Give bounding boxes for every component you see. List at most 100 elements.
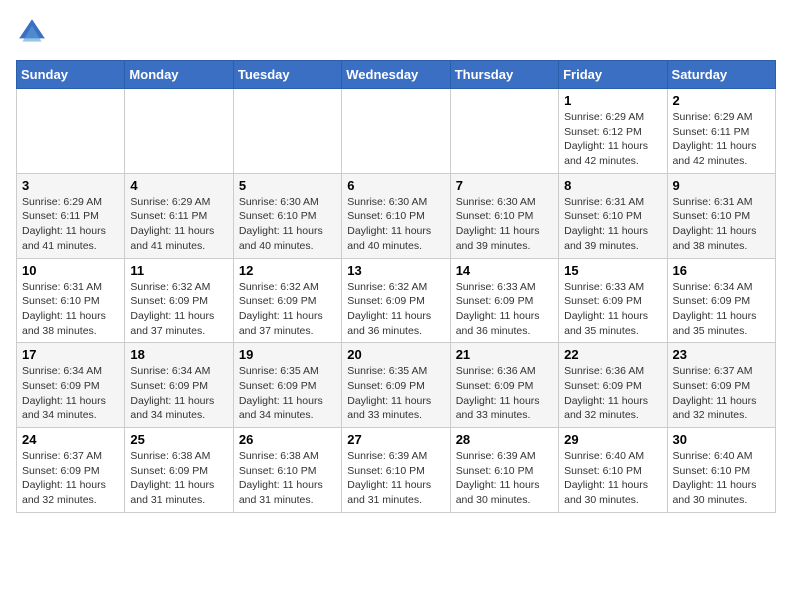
calendar-day-cell: 16 Sunrise: 6:34 AM Sunset: 6:09 PM Dayli… (667, 258, 775, 343)
calendar-day-cell: 2 Sunrise: 6:29 AM Sunset: 6:11 PM Daylig… (667, 89, 775, 174)
calendar-day-cell: 30 Sunrise: 6:40 AM Sunset: 6:10 PM Dayli… (667, 428, 775, 513)
day-number: 4 (130, 178, 227, 193)
day-info: Sunrise: 6:29 AM Sunset: 6:11 PM Dayligh… (673, 110, 770, 169)
calendar-day-cell: 9Sunrise: 6:31 AM Sunset: 6:10 PM Daylig… (667, 173, 775, 258)
day-info: Sunrise: 6:30 AM Sunset: 6:10 PM Dayligh… (347, 195, 444, 254)
calendar-day-cell: 4 Sunrise: 6:29 AM Sunset: 6:11 PM Daylig… (125, 173, 233, 258)
page-header (16, 16, 776, 48)
calendar-day-cell: 11 Sunrise: 6:32 AM Sunset: 6:09 PM Dayli… (125, 258, 233, 343)
day-info: Sunrise: 6:40 AM Sunset: 6:10 PM Dayligh… (673, 449, 770, 508)
calendar-day-cell: 26Sunrise: 6:38 AM Sunset: 6:10 PM Dayli… (233, 428, 341, 513)
calendar-day-cell: 15Sunrise: 6:33 AM Sunset: 6:09 PM Dayli… (559, 258, 667, 343)
calendar-day-cell: 5 Sunrise: 6:30 AM Sunset: 6:10 PM Daylig… (233, 173, 341, 258)
calendar-day-cell: 17 Sunrise: 6:34 AM Sunset: 6:09 PM Dayli… (17, 343, 125, 428)
day-info: Sunrise: 6:30 AM Sunset: 6:10 PM Dayligh… (239, 195, 336, 254)
calendar-day-cell: 13 Sunrise: 6:32 AM Sunset: 6:09 PM Dayli… (342, 258, 450, 343)
calendar-day-cell: 25 Sunrise: 6:38 AM Sunset: 6:09 PM Dayli… (125, 428, 233, 513)
calendar-week-row: 10Sunrise: 6:31 AM Sunset: 6:10 PM Dayli… (17, 258, 776, 343)
calendar-day-cell (342, 89, 450, 174)
calendar-week-row: 1 Sunrise: 6:29 AM Sunset: 6:12 PM Daylig… (17, 89, 776, 174)
day-number: 12 (239, 263, 336, 278)
logo (16, 16, 52, 48)
day-number: 24 (22, 432, 119, 447)
weekday-header: Thursday (450, 61, 558, 89)
weekday-header: Monday (125, 61, 233, 89)
day-info: Sunrise: 6:35 AM Sunset: 6:09 PM Dayligh… (347, 364, 444, 423)
calendar-day-cell (17, 89, 125, 174)
day-info: Sunrise: 6:30 AM Sunset: 6:10 PM Dayligh… (456, 195, 553, 254)
calendar-week-row: 24 Sunrise: 6:37 AM Sunset: 6:09 PM Dayli… (17, 428, 776, 513)
day-info: Sunrise: 6:39 AM Sunset: 6:10 PM Dayligh… (347, 449, 444, 508)
calendar-day-cell: 3Sunrise: 6:29 AM Sunset: 6:11 PM Daylig… (17, 173, 125, 258)
weekday-header: Wednesday (342, 61, 450, 89)
calendar-day-cell: 27Sunrise: 6:39 AM Sunset: 6:10 PM Dayli… (342, 428, 450, 513)
logo-icon (16, 16, 48, 48)
calendar-week-row: 17 Sunrise: 6:34 AM Sunset: 6:09 PM Dayli… (17, 343, 776, 428)
day-info: Sunrise: 6:31 AM Sunset: 6:10 PM Dayligh… (564, 195, 661, 254)
day-number: 2 (673, 93, 770, 108)
day-number: 25 (130, 432, 227, 447)
day-info: Sunrise: 6:35 AM Sunset: 6:09 PM Dayligh… (239, 364, 336, 423)
day-number: 6 (347, 178, 444, 193)
day-number: 11 (130, 263, 227, 278)
calendar-day-cell: 22 Sunrise: 6:36 AM Sunset: 6:09 PM Dayli… (559, 343, 667, 428)
weekday-header: Tuesday (233, 61, 341, 89)
day-number: 17 (22, 347, 119, 362)
day-info: Sunrise: 6:34 AM Sunset: 6:09 PM Dayligh… (22, 364, 119, 423)
calendar-day-cell: 8 Sunrise: 6:31 AM Sunset: 6:10 PM Daylig… (559, 173, 667, 258)
day-info: Sunrise: 6:36 AM Sunset: 6:09 PM Dayligh… (456, 364, 553, 423)
day-number: 14 (456, 263, 553, 278)
calendar-day-cell: 24 Sunrise: 6:37 AM Sunset: 6:09 PM Dayli… (17, 428, 125, 513)
calendar-day-cell: 21 Sunrise: 6:36 AM Sunset: 6:09 PM Dayli… (450, 343, 558, 428)
calendar-day-cell: 18 Sunrise: 6:34 AM Sunset: 6:09 PM Dayli… (125, 343, 233, 428)
calendar-day-cell (450, 89, 558, 174)
day-number: 1 (564, 93, 661, 108)
calendar-day-cell: 28Sunrise: 6:39 AM Sunset: 6:10 PM Dayli… (450, 428, 558, 513)
day-number: 3 (22, 178, 119, 193)
day-number: 5 (239, 178, 336, 193)
day-info: Sunrise: 6:33 AM Sunset: 6:09 PM Dayligh… (456, 280, 553, 339)
day-info: Sunrise: 6:36 AM Sunset: 6:09 PM Dayligh… (564, 364, 661, 423)
calendar-day-cell: 23 Sunrise: 6:37 AM Sunset: 6:09 PM Dayli… (667, 343, 775, 428)
day-number: 21 (456, 347, 553, 362)
day-info: Sunrise: 6:39 AM Sunset: 6:10 PM Dayligh… (456, 449, 553, 508)
day-info: Sunrise: 6:37 AM Sunset: 6:09 PM Dayligh… (673, 364, 770, 423)
calendar-day-cell: 1 Sunrise: 6:29 AM Sunset: 6:12 PM Daylig… (559, 89, 667, 174)
day-info: Sunrise: 6:32 AM Sunset: 6:09 PM Dayligh… (130, 280, 227, 339)
day-info: Sunrise: 6:34 AM Sunset: 6:09 PM Dayligh… (130, 364, 227, 423)
day-info: Sunrise: 6:37 AM Sunset: 6:09 PM Dayligh… (22, 449, 119, 508)
calendar-day-cell: 6 Sunrise: 6:30 AM Sunset: 6:10 PM Daylig… (342, 173, 450, 258)
day-number: 13 (347, 263, 444, 278)
weekday-header: Friday (559, 61, 667, 89)
day-number: 8 (564, 178, 661, 193)
day-number: 23 (673, 347, 770, 362)
day-number: 20 (347, 347, 444, 362)
day-number: 16 (673, 263, 770, 278)
weekday-header: Saturday (667, 61, 775, 89)
calendar-day-cell: 14 Sunrise: 6:33 AM Sunset: 6:09 PM Dayli… (450, 258, 558, 343)
day-info: Sunrise: 6:34 AM Sunset: 6:09 PM Dayligh… (673, 280, 770, 339)
day-number: 29 (564, 432, 661, 447)
day-info: Sunrise: 6:32 AM Sunset: 6:09 PM Dayligh… (347, 280, 444, 339)
calendar-day-cell (125, 89, 233, 174)
calendar-day-cell: 29 Sunrise: 6:40 AM Sunset: 6:10 PM Dayli… (559, 428, 667, 513)
weekday-header: Sunday (17, 61, 125, 89)
calendar-table: SundayMondayTuesdayWednesdayThursdayFrid… (16, 60, 776, 513)
day-number: 30 (673, 432, 770, 447)
day-info: Sunrise: 6:29 AM Sunset: 6:12 PM Dayligh… (564, 110, 661, 169)
day-number: 7 (456, 178, 553, 193)
day-info: Sunrise: 6:38 AM Sunset: 6:09 PM Dayligh… (130, 449, 227, 508)
day-number: 15 (564, 263, 661, 278)
calendar-header-row: SundayMondayTuesdayWednesdayThursdayFrid… (17, 61, 776, 89)
day-number: 19 (239, 347, 336, 362)
day-info: Sunrise: 6:40 AM Sunset: 6:10 PM Dayligh… (564, 449, 661, 508)
day-number: 9 (673, 178, 770, 193)
calendar-day-cell: 20 Sunrise: 6:35 AM Sunset: 6:09 PM Dayli… (342, 343, 450, 428)
day-info: Sunrise: 6:29 AM Sunset: 6:11 PM Dayligh… (130, 195, 227, 254)
day-info: Sunrise: 6:31 AM Sunset: 6:10 PM Dayligh… (22, 280, 119, 339)
day-number: 22 (564, 347, 661, 362)
calendar-week-row: 3 Sunrise: 6:29 AM Sunset: 6:11 PM Daylig… (17, 173, 776, 258)
calendar-day-cell: 10Sunrise: 6:31 AM Sunset: 6:10 PM Dayli… (17, 258, 125, 343)
day-info: Sunrise: 6:32 AM Sunset: 6:09 PM Dayligh… (239, 280, 336, 339)
day-number: 18 (130, 347, 227, 362)
